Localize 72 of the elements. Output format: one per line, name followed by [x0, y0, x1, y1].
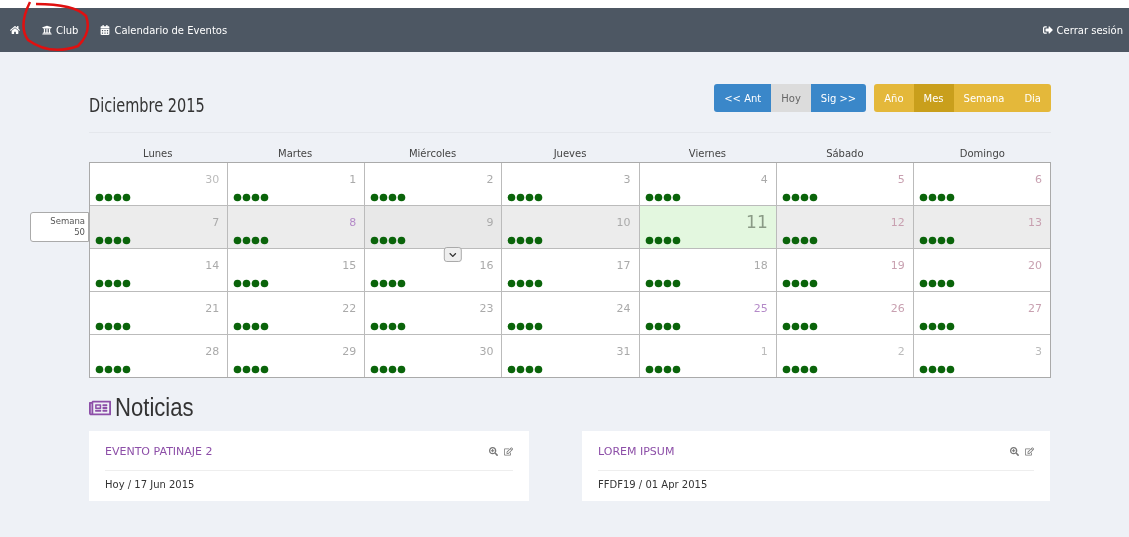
- day-number: 1: [349, 173, 357, 186]
- weekday-header: Martes: [277, 147, 314, 161]
- weekday-header: Viernes: [687, 147, 727, 161]
- day-cell[interactable]: 2: [775, 335, 913, 377]
- day-number: 29: [342, 345, 357, 358]
- day-number: 2: [897, 345, 905, 358]
- weekday-header: Miércoles: [407, 147, 458, 161]
- day-number: 30: [205, 173, 220, 186]
- logout-link[interactable]: Cerrar sesión: [1042, 24, 1123, 36]
- day-number: 16: [479, 259, 494, 272]
- view-button[interactable]: Semana: [953, 84, 1015, 112]
- day-cell[interactable]: 30: [364, 335, 502, 377]
- day-number: 28: [205, 345, 220, 358]
- weekday-header: Domingo: [958, 147, 1006, 161]
- nav-link[interactable]: Calendario de Eventos: [100, 24, 228, 36]
- day-cell[interactable]: 29: [227, 335, 365, 377]
- day-cell[interactable]: 3: [912, 335, 1050, 377]
- nav-button[interactable]: << Ant: [714, 84, 772, 112]
- day-number: 10: [616, 216, 631, 229]
- day-number: 27: [1028, 302, 1042, 315]
- day-number: 2: [486, 173, 494, 186]
- calendar-title: Diciembre 2015: [89, 94, 206, 116]
- day-number: 23: [479, 302, 494, 315]
- day-number: 12: [890, 216, 905, 229]
- day-number: 30: [479, 345, 494, 358]
- day-number: 22: [342, 302, 357, 315]
- day-number: 3: [1035, 345, 1042, 358]
- day-number: 26: [890, 302, 905, 315]
- day-number: 17: [616, 259, 631, 272]
- day-cell[interactable]: 31: [501, 335, 639, 377]
- news-date: FFDF19 / 01 Apr 2015: [598, 479, 709, 490]
- day-number: 20: [1028, 259, 1042, 272]
- weekday-header: Lunes: [142, 147, 174, 161]
- day-cell[interactable]: 14: [90, 249, 228, 291]
- day-number: 6: [1035, 173, 1042, 186]
- day-number: 19: [890, 259, 905, 272]
- news-title[interactable]: LOREM IPSUM: [598, 445, 1004, 458]
- day-cell[interactable]: 30: [90, 163, 228, 205]
- week-label[interactable]: Semana 50: [30, 212, 89, 242]
- view-button[interactable]: Año: [874, 84, 914, 112]
- day-cell[interactable]: 21: [90, 292, 228, 334]
- day-number: 14: [205, 259, 220, 272]
- nav-link[interactable]: Club: [42, 24, 79, 36]
- news-date: Hoy / 17 Jun 2015: [105, 479, 196, 490]
- day-number: 3: [623, 173, 631, 186]
- day-number: 8: [349, 216, 357, 229]
- day-cell[interactable]: 28: [90, 335, 228, 377]
- day-number: 11: [746, 212, 768, 232]
- day-number: 5: [897, 173, 905, 186]
- day-number: 21: [205, 302, 220, 315]
- day-number: 25: [753, 302, 768, 315]
- nav-button[interactable]: Sig >>: [810, 84, 867, 112]
- day-number: 9: [486, 216, 494, 229]
- day-number: 7: [212, 216, 220, 229]
- news-heading: Noticias: [115, 392, 194, 423]
- weekday-header: Sábado: [825, 147, 865, 161]
- day-number: 18: [753, 259, 768, 272]
- day-number: 13: [1028, 216, 1042, 229]
- day-cell[interactable]: 9: [364, 206, 502, 248]
- day-number: 1: [760, 345, 768, 358]
- day-number: 24: [616, 302, 631, 315]
- day-number: 4: [760, 173, 768, 186]
- weekday-header: Jueves: [552, 147, 588, 161]
- day-cell[interactable]: 1: [638, 335, 776, 377]
- view-button[interactable]: Dia: [1014, 84, 1051, 112]
- nav-button[interactable]: Hoy: [771, 84, 811, 112]
- day-cell[interactable]: 7: [90, 206, 228, 248]
- day-cell[interactable]: 11: [638, 206, 776, 248]
- view-button[interactable]: Mes: [913, 84, 954, 112]
- news-title[interactable]: EVENTO PATINAJE 2: [105, 445, 483, 458]
- day-number: 31: [616, 345, 631, 358]
- day-number: 15: [342, 259, 357, 272]
